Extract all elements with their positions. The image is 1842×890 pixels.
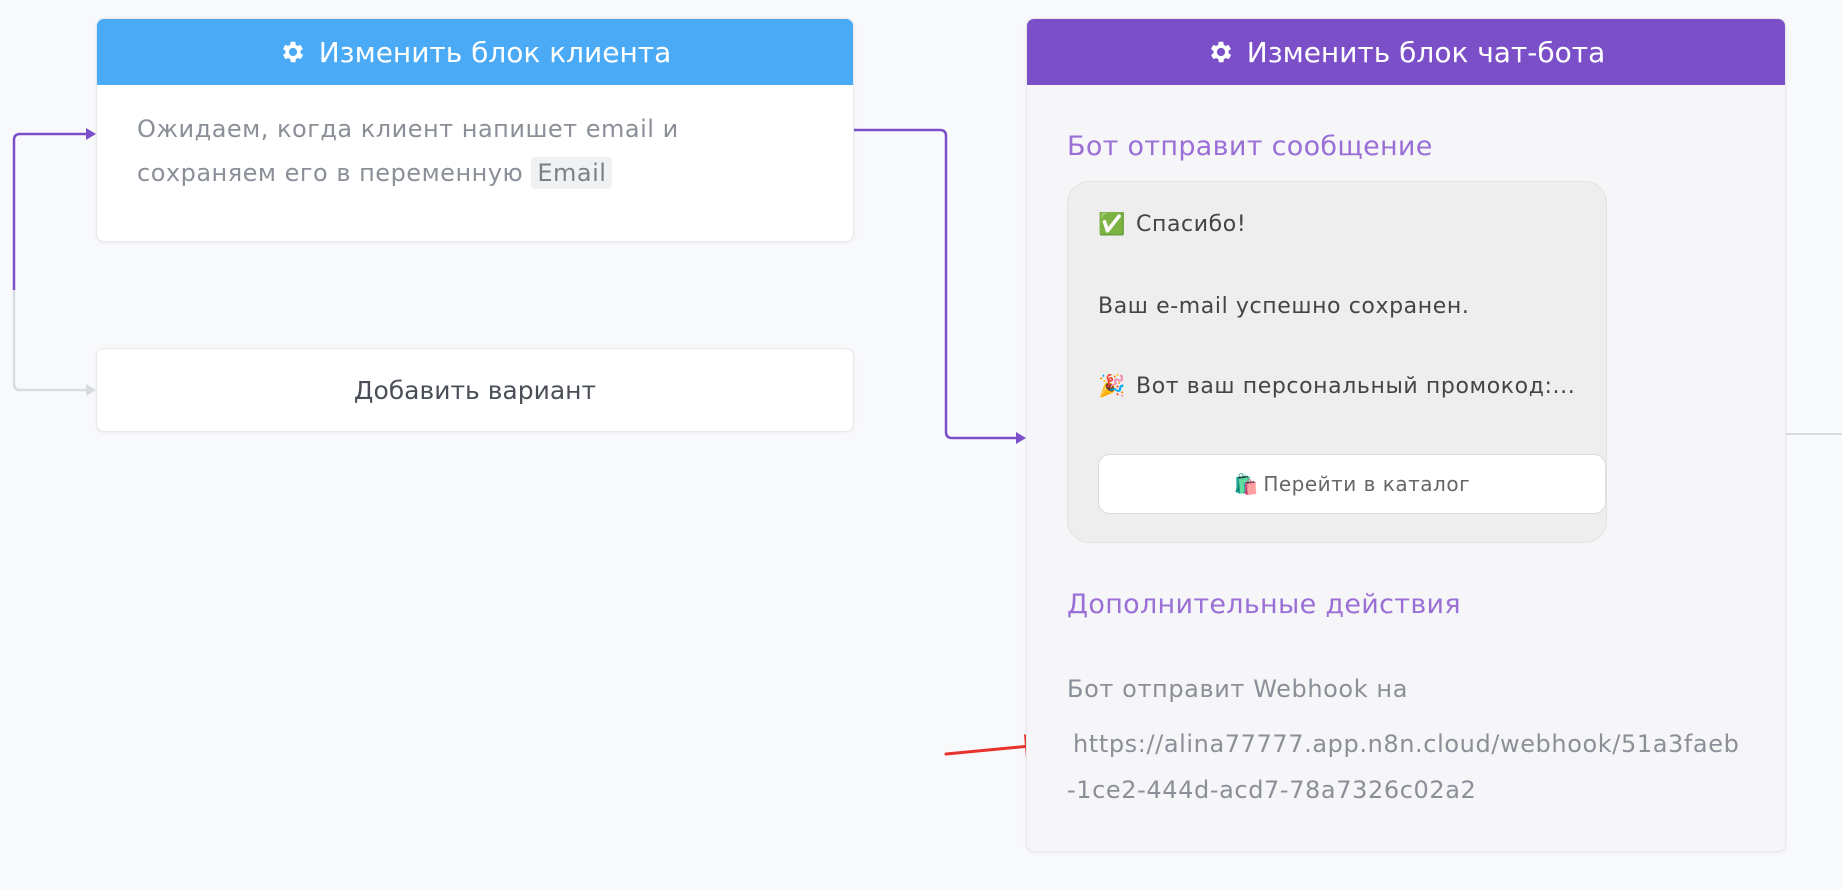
bot-block-title: Изменить блок чат-бота (1246, 35, 1606, 69)
webhook-label: Бот отправит Webhook на (1067, 675, 1409, 703)
client-block-title: Изменить блок клиента (318, 35, 672, 69)
client-block-body: Ожидаем, когда клиент напишет email и со… (97, 85, 853, 217)
arrow-right-icon (86, 384, 96, 396)
client-block-card[interactable]: Изменить блок клиента Ожидаем, когда кли… (96, 18, 854, 242)
connector-into-client-block (12, 132, 90, 290)
gear-icon (1210, 41, 1231, 63)
add-variant-button[interactable]: Добавить вариант (96, 348, 854, 432)
check-mark-icon: ✅ (1098, 212, 1126, 237)
message-line-thanks: ✅ Спасибо! (1098, 212, 1608, 237)
message-section-title: Бот отправит сообщение (1067, 131, 1433, 162)
connector-into-add-variant (12, 290, 90, 392)
shopping-bags-icon: 🛍️ (1233, 472, 1260, 496)
go-to-catalog-button[interactable]: 🛍️ Перейти в каталог (1098, 454, 1606, 514)
add-variant-label: Добавить вариант (353, 375, 597, 405)
bot-block-card[interactable]: Изменить блок чат-бота Бот отправит сооб… (1026, 18, 1786, 852)
message-bubble[interactable]: ✅ Спасибо! Ваш e-mail успешно сохранен. 🎉… (1067, 181, 1607, 543)
message-line-promo: 🎉 Вот ваш персональный промокод:... (1098, 374, 1608, 399)
gear-icon (282, 41, 303, 63)
arrow-right-icon (86, 128, 96, 140)
connector-client-to-bot (852, 128, 1018, 440)
message-promo-text: Вот ваш персональный промокод:... (1136, 374, 1576, 399)
edit-bot-block-button[interactable]: Изменить блок чат-бота (1027, 19, 1785, 85)
edit-client-block-button[interactable]: Изменить блок клиента (97, 19, 853, 85)
variable-chip: Email (531, 157, 613, 189)
message-thanks-text: Спасибо! (1136, 212, 1247, 237)
party-popper-icon: 🎉 (1098, 374, 1126, 399)
arrow-right-icon (1016, 432, 1026, 444)
message-line-saved: Ваш e-mail успешно сохранен. (1098, 294, 1470, 319)
additional-actions-title: Дополнительные действия (1067, 589, 1461, 620)
go-to-catalog-label: Перейти в каталог (1263, 472, 1471, 496)
webhook-url: https://alina77777.app.n8n.cloud/webhook… (1067, 730, 1740, 804)
